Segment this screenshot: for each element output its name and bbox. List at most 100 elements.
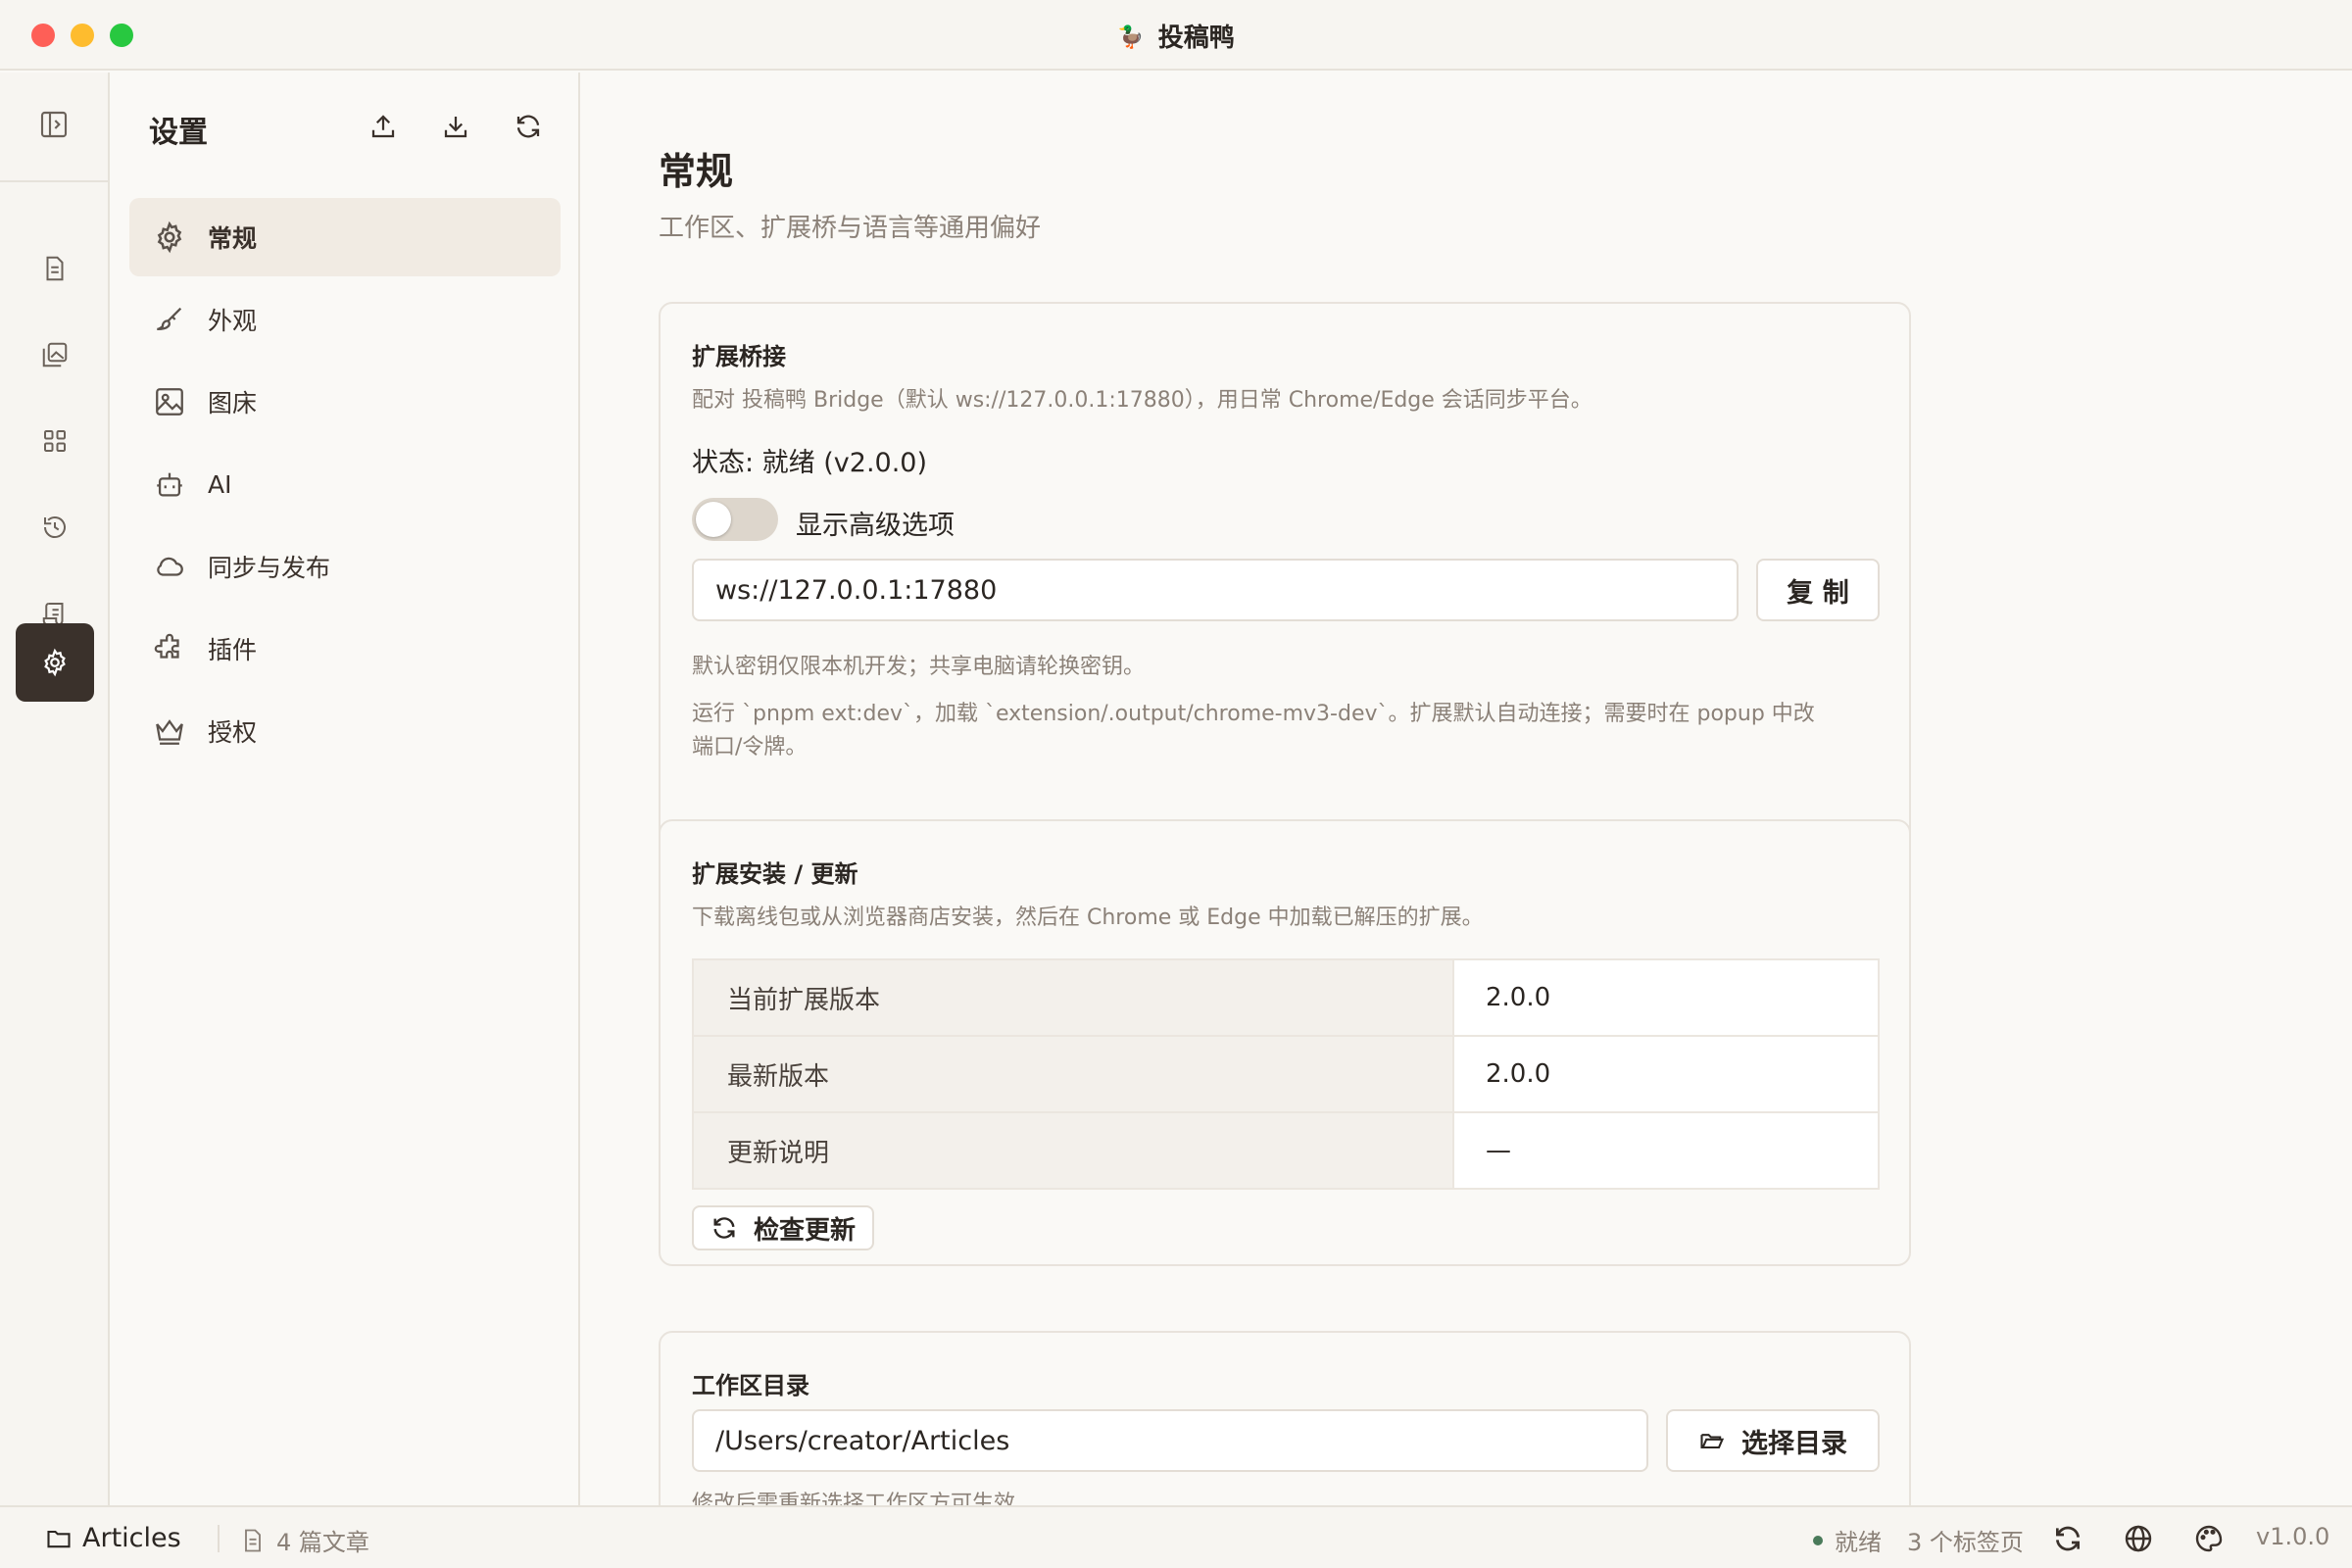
robot-icon xyxy=(157,472,182,497)
refresh-icon xyxy=(2056,1526,2080,1551)
sidebar-actions xyxy=(368,112,543,145)
key-note: 默认密钥仅限本机开发；共享电脑请轮换密钥。 xyxy=(692,655,1146,679)
workspace-folder[interactable]: Articles xyxy=(45,1523,181,1553)
window-title: 🦆 投稿鸭 xyxy=(1117,24,1235,53)
row-key: 最新版本 xyxy=(692,1035,1454,1113)
workspace-path-input[interactable]: /Users/creator/Articles xyxy=(692,1409,1648,1472)
nav-item-appearance[interactable]: 外观 xyxy=(129,280,561,359)
theme-button[interactable] xyxy=(2193,1523,2234,1554)
rail-gallery-button[interactable] xyxy=(16,316,94,394)
row-value: 2.0.0 xyxy=(1452,1035,1880,1113)
sync-button[interactable] xyxy=(2052,1523,2093,1554)
export-icon[interactable] xyxy=(368,112,398,145)
rail-history-button[interactable] xyxy=(16,488,94,566)
dev-note: 运行 `pnpm ext:dev`，加载 `extension/.output/… xyxy=(692,702,1815,726)
status-divider xyxy=(218,1525,220,1552)
title-bar: 🦆 投稿鸭 xyxy=(0,0,2352,71)
document-icon xyxy=(46,256,64,281)
bridge-status: 状态: 就绪 (v2.0.0) xyxy=(692,448,928,478)
nav-item-ai[interactable]: AI xyxy=(129,445,561,523)
nav-item-label: AI xyxy=(208,469,232,499)
crown-icon xyxy=(156,719,183,745)
refresh-icon xyxy=(713,1217,735,1239)
card-description: 下载离线包或从浏览器商店安装，然后在 Chrome 或 Edge 中加载已解压的… xyxy=(692,906,1484,930)
cloud-icon xyxy=(157,557,183,576)
brush-icon xyxy=(157,307,182,331)
nav-item-label: 常规 xyxy=(208,224,258,253)
refresh-icon[interactable] xyxy=(514,112,543,145)
row-value: — xyxy=(1452,1111,1880,1190)
nav-item-general[interactable]: 常规 xyxy=(129,198,561,276)
bridge-url-input[interactable]: ws://127.0.0.1:17880 xyxy=(692,559,1739,621)
grid-icon xyxy=(44,430,66,452)
ready-status: 就绪 xyxy=(1813,1523,1882,1557)
ready-label: 就绪 xyxy=(1835,1529,1882,1556)
puzzle-icon xyxy=(154,633,179,659)
folder-icon xyxy=(47,1530,71,1547)
nav-item-label: 授权 xyxy=(208,718,258,747)
nav-item-sync-publish[interactable]: 同步与发布 xyxy=(129,527,561,606)
globe-icon xyxy=(2125,1525,2152,1552)
nav-item-plugins[interactable]: 插件 xyxy=(129,610,561,688)
page-title: 常规 xyxy=(659,150,734,193)
ready-dot xyxy=(1813,1535,1823,1545)
sidebar-title: 设置 xyxy=(149,116,208,150)
rail-settings-button[interactable] xyxy=(16,623,94,702)
app-window: 🦆 投稿鸭 设置 常规 外观 图床 AI 同步与发布 插件 授权 常规 工作区、… xyxy=(0,0,2352,1568)
table-row: 当前扩展版本 2.0.0 xyxy=(692,958,1880,1037)
import-icon[interactable] xyxy=(441,112,470,145)
card-title: 扩展桥接 xyxy=(692,343,786,370)
install-card: 扩展安装 / 更新 下载离线包或从浏览器商店安装，然后在 Chrome 或 Ed… xyxy=(659,819,1911,1266)
folder-label: Articles xyxy=(82,1523,181,1553)
settings-sidebar: 设置 常规 外观 图床 AI 同步与发布 插件 授权 xyxy=(110,73,580,1505)
nav-item-image-host[interactable]: 图床 xyxy=(129,363,561,441)
main-content: 常规 工作区、扩展桥与语言等通用偏好 扩展桥接 配对 投稿鸭 Bridge（默认… xyxy=(582,73,2352,1505)
rail-documents-button[interactable] xyxy=(16,229,94,308)
check-update-label: 检查更新 xyxy=(753,1215,856,1246)
document-icon xyxy=(245,1529,261,1551)
status-bar: Articles 4 篇文章 就绪 3 个标签页 v1.0.0 xyxy=(0,1505,2352,1568)
tab-count: 3 个标签页 xyxy=(1907,1529,2024,1556)
image-icon xyxy=(156,388,183,416)
app-version: v1.0.0 xyxy=(2256,1523,2330,1550)
version-table: 当前扩展版本 2.0.0 最新版本 2.0.0 更新说明 — xyxy=(692,958,1880,1190)
copy-button[interactable]: 复 制 xyxy=(1756,559,1880,621)
article-count: 4 篇文章 xyxy=(239,1523,369,1557)
gear-icon xyxy=(44,648,66,677)
rail-apps-button[interactable] xyxy=(16,402,94,480)
icon-rail xyxy=(0,73,110,1505)
duck-icon: 🦆 xyxy=(1117,25,1145,50)
advanced-label: 显示高级选项 xyxy=(796,511,955,541)
table-row: 最新版本 2.0.0 xyxy=(692,1035,1880,1113)
row-key: 更新说明 xyxy=(692,1111,1454,1190)
row-value: 2.0.0 xyxy=(1452,958,1880,1037)
settings-nav: 常规 外观 图床 AI 同步与发布 插件 授权 xyxy=(129,198,561,774)
row-key: 当前扩展版本 xyxy=(692,958,1454,1037)
workspace-card: 工作区目录 /Users/creator/Articles 选择目录 修改后需重… xyxy=(659,1331,1911,1505)
bridge-card: 扩展桥接 配对 投稿鸭 Bridge（默认 ws://127.0.0.1:178… xyxy=(659,302,1911,853)
article-count-label: 4 篇文章 xyxy=(276,1529,369,1556)
choose-directory-button[interactable]: 选择目录 xyxy=(1666,1409,1880,1472)
card-title: 扩展安装 / 更新 xyxy=(692,860,858,888)
nav-item-label: 插件 xyxy=(208,636,258,664)
dev-note-cont: 端口/令牌。 xyxy=(692,735,808,760)
check-update-button[interactable]: 检查更新 xyxy=(692,1205,874,1250)
advanced-toggle[interactable] xyxy=(692,498,778,541)
history-icon xyxy=(44,516,66,539)
card-description: 配对 投稿鸭 Bridge（默认 ws://127.0.0.1:17880），用… xyxy=(692,388,1592,413)
language-button[interactable] xyxy=(2123,1523,2164,1554)
card-title: 工作区目录 xyxy=(692,1372,809,1399)
folder-open-icon xyxy=(1700,1434,1725,1449)
nav-item-label: 图床 xyxy=(208,389,258,417)
nav-item-label: 外观 xyxy=(208,307,258,335)
images-icon xyxy=(42,342,68,368)
table-row: 更新说明 — xyxy=(692,1111,1880,1190)
sidebar-toggle-icon[interactable] xyxy=(38,109,70,144)
rail-header xyxy=(0,73,108,182)
workspace-note: 修改后需重新选择工作区方可生效 xyxy=(692,1492,1016,1505)
gear-icon xyxy=(157,220,182,254)
nav-item-label: 同步与发布 xyxy=(208,554,331,582)
palette-icon xyxy=(2195,1525,2223,1552)
nav-item-license[interactable]: 授权 xyxy=(129,692,561,770)
choose-directory-label: 选择目录 xyxy=(1741,1428,1847,1459)
